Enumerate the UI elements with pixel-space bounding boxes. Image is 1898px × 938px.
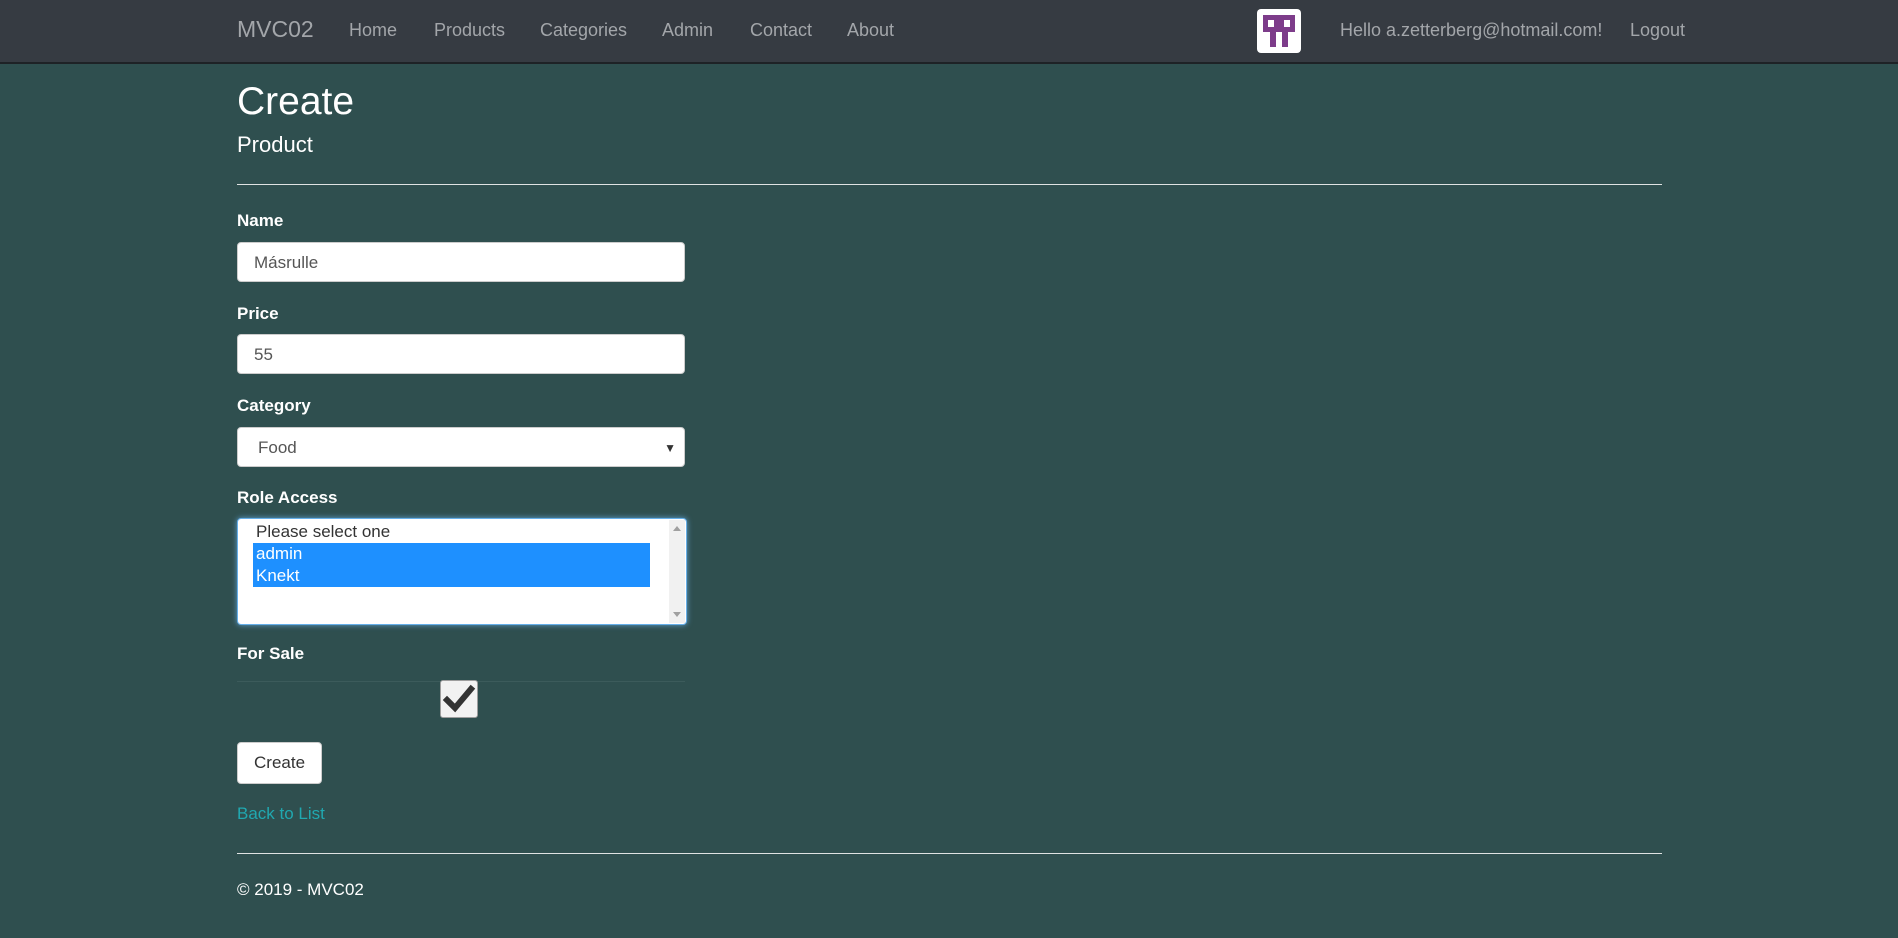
nav-home-link[interactable]: Home [349,20,397,41]
back-to-list-link[interactable]: Back to List [237,804,325,824]
nav-admin-link[interactable]: Admin [662,20,713,41]
page-title: Create [237,80,355,123]
page-subtitle: Product [237,132,313,157]
scroll-up-icon[interactable] [673,526,681,531]
role-option-admin[interactable]: admin [253,543,650,565]
for-sale-checkbox[interactable] [440,680,478,718]
nav-contact-link[interactable]: Contact [750,20,812,41]
user-greeting-link[interactable]: Hello a.zetterberg@hotmail.com! [1340,20,1602,41]
price-label: Price [237,304,279,323]
name-label: Name [237,211,284,230]
role-access-label: Role Access [237,488,338,507]
top-navbar: MVC02 Home Products Categories Admin Con… [0,0,1898,64]
brand-link[interactable]: MVC02 [237,16,314,43]
scroll-down-icon[interactable] [673,612,681,617]
header-divider [237,184,1662,185]
role-option-please-select[interactable]: Please select one [253,521,650,543]
chevron-down-icon: ▼ [664,441,676,455]
category-selected-value: Food [258,438,297,457]
nav-about-link[interactable]: About [847,20,894,41]
create-button[interactable]: Create [237,742,323,784]
listbox-scrollbar[interactable] [669,520,685,623]
nav-products-link[interactable]: Products [434,20,505,41]
for-sale-label: For Sale [237,644,305,663]
nav-categories-link[interactable]: Categories [540,20,627,41]
name-input[interactable]: Másrulle [237,242,685,282]
price-input[interactable]: 55 [237,334,685,374]
footer-divider [237,853,1662,854]
checkmark-icon [442,684,476,713]
logout-link[interactable]: Logout [1630,20,1685,41]
role-option-knekt[interactable]: Knekt [253,565,650,587]
role-access-listbox[interactable]: Please select one admin Knekt [237,518,687,625]
category-select[interactable]: Food ▼ [237,427,685,467]
category-label: Category [237,396,311,415]
footer-copyright: © 2019 - MVC02 [237,880,364,899]
user-avatar-icon[interactable] [1257,9,1301,53]
